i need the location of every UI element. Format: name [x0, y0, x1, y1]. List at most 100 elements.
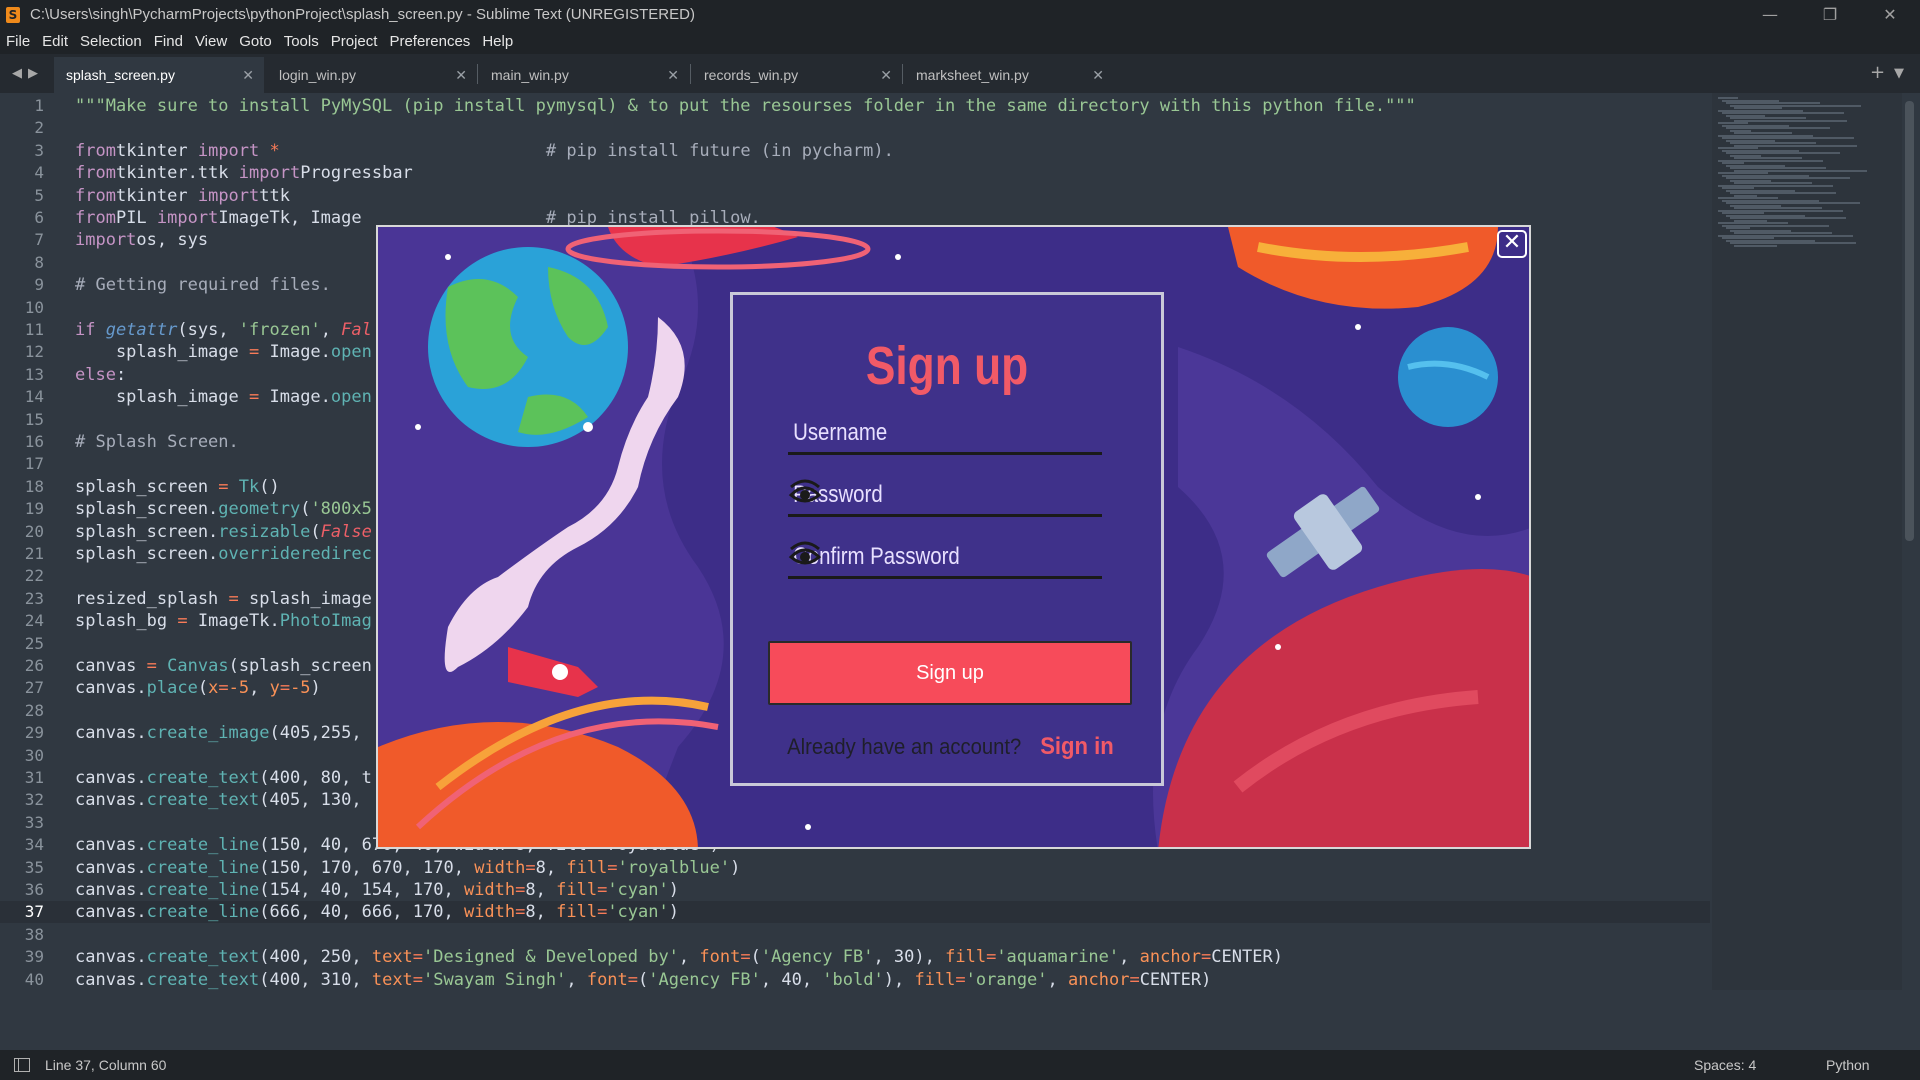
menu-file[interactable]: File [0, 29, 36, 54]
code-token: open [330, 387, 372, 408]
code-line[interactable]: splash_screen.resizable(False [75, 521, 372, 543]
code-line[interactable]: canvas.create_text(400, 250, text='Desig… [75, 946, 1283, 968]
code-token: tkinter [115, 185, 198, 206]
close-window-button[interactable]: ✕ [1860, 0, 1920, 29]
line-number: 17 [24, 454, 44, 474]
tab-main-win[interactable]: main_win.py ✕ [479, 57, 689, 93]
tab-back-icon[interactable]: ◀ [12, 66, 22, 81]
signup-button[interactable]: Sign up [768, 641, 1132, 705]
code-token: ttk [259, 185, 290, 206]
code-line[interactable]: splash_screen = Tk() [75, 476, 280, 498]
tab-close-icon[interactable]: ✕ [455, 57, 467, 93]
line-number: 13 [24, 364, 44, 384]
menu-edit[interactable]: Edit [36, 29, 74, 54]
tab-records-win[interactable]: records_win.py ✕ [692, 57, 902, 93]
tab-forward-icon[interactable]: ▶ [28, 66, 38, 81]
code-token: = [249, 387, 260, 408]
code-line[interactable]: splash_screen.overrideredirec [75, 543, 372, 565]
code-line[interactable]: canvas.create_line(666, 40, 666, 170, wi… [75, 901, 679, 923]
vertical-scrollbar[interactable] [1905, 101, 1914, 541]
code-line[interactable]: fromtkinter importttk [75, 185, 290, 207]
menu-preferences[interactable]: Preferences [383, 29, 476, 54]
line-number: 25 [24, 633, 44, 653]
code-line[interactable]: canvas.create_line(154, 40, 154, 170, wi… [75, 879, 679, 901]
code-editor[interactable]: 1 2 3 4 5 6 7 8 9 10 11 12 13 14 15 16 17 18 19 20 21 22 23 24 2… [0, 93, 1920, 990]
code-line[interactable]: fromtkinter.ttk importProgressbar [75, 162, 413, 184]
tab-close-icon[interactable]: ✕ [880, 57, 892, 93]
code-line[interactable]: canvas.create_text(400, 80, t [75, 767, 372, 789]
code-token: * [259, 140, 280, 161]
code-token: font [699, 947, 741, 968]
code-line[interactable]: canvas.create_text(405, 130, [75, 789, 362, 811]
syntax-selector[interactable]: Python [1826, 1057, 1870, 1073]
code-line[interactable]: if getattr(sys, 'frozen', Fal [75, 319, 372, 341]
code-token: , [678, 947, 700, 968]
code-token: ( [638, 969, 649, 990]
indentation-setting[interactable]: Spaces: 4 [1694, 1057, 1756, 1073]
tab-close-icon[interactable]: ✕ [1092, 57, 1104, 93]
code-token: False [320, 521, 372, 542]
code-line[interactable]: canvas.create_text(400, 310, text='Swaya… [75, 969, 1211, 990]
tab-marksheet-win[interactable]: marksheet_win.py ✕ [904, 57, 1114, 93]
signin-link[interactable]: Sign in [1040, 733, 1114, 761]
code-token: width [463, 902, 516, 923]
username-input[interactable] [788, 415, 1009, 451]
menu-find[interactable]: Find [148, 29, 189, 54]
menu-selection[interactable]: Selection [74, 29, 148, 54]
tab-close-icon[interactable]: ✕ [242, 57, 254, 93]
code-token: , [249, 678, 270, 699]
eye-icon[interactable] [788, 477, 822, 509]
code-token: tkinter [115, 140, 198, 161]
code-line[interactable]: splash_image = Image.open [75, 386, 372, 408]
minimap[interactable] [1712, 93, 1902, 990]
code-line[interactable]: canvas.place(x=-5, y=-5) [75, 677, 321, 699]
code-token: canvas [75, 656, 147, 676]
tab-close-icon[interactable]: ✕ [667, 57, 679, 93]
code-line[interactable]: resized_splash = splash_image [75, 588, 372, 610]
menu-view[interactable]: View [189, 29, 233, 54]
new-tab-icon[interactable]: + [1870, 62, 1885, 83]
code-token: CENTER) [1211, 947, 1283, 968]
tab-list-dropdown-icon[interactable]: ▼ [1894, 66, 1904, 81]
code-line[interactable]: else: [75, 364, 126, 386]
minimize-button[interactable]: — [1740, 0, 1800, 29]
code-line[interactable]: splash_bg = ImageTk.PhotoImag [75, 610, 372, 632]
menu-tools[interactable]: Tools [278, 29, 325, 54]
line-number: 34 [24, 835, 44, 855]
code-token: canvas. [75, 723, 147, 744]
code-line[interactable]: canvas.create_line(150, 170, 670, 170, w… [75, 857, 740, 879]
line-number: 12 [24, 342, 44, 362]
code-line[interactable]: splash_image = Image.open [75, 341, 372, 363]
code-token: = [177, 611, 188, 632]
code-token: create_text [146, 947, 260, 968]
line-number: 33 [24, 812, 44, 832]
code-line[interactable]: canvas = Canvas(splash_screen [75, 655, 372, 677]
line-number: 11 [24, 320, 44, 339]
code-token: = [597, 880, 608, 900]
tab-splash-screen[interactable]: splash_screen.py ✕ [54, 57, 264, 93]
code-line[interactable]: fromtkinter import * # pip install futur… [75, 140, 894, 162]
code-token: ) [730, 857, 741, 878]
tab-login-win[interactable]: login_win.py ✕ [267, 57, 477, 93]
code-token: Fal [341, 320, 372, 340]
code-line[interactable]: # Splash Screen. [75, 431, 239, 453]
code-line[interactable]: splash_screen.geometry('800x5 [75, 498, 372, 520]
menu-help[interactable]: Help [476, 29, 519, 54]
eye-icon[interactable] [788, 539, 822, 571]
menu-project[interactable]: Project [325, 29, 384, 54]
code-token: = [1201, 947, 1212, 968]
code-token: resized_splash [75, 588, 229, 609]
code-token: fill [556, 880, 598, 900]
confirm-password-field[interactable] [788, 539, 1102, 579]
code-token: ImageTk. [187, 611, 280, 632]
restore-button[interactable]: ❐ [1800, 0, 1860, 29]
code-token: 8, [525, 902, 557, 923]
code-line[interactable]: """Make sure to install PyMySQL (pip ins… [75, 95, 1416, 117]
code-line[interactable]: # Getting required files. [75, 274, 331, 296]
toggle-panel-icon[interactable] [14, 1058, 30, 1072]
username-field[interactable] [788, 415, 1102, 455]
menu-goto[interactable]: Goto [233, 29, 278, 54]
password-field[interactable] [788, 477, 1102, 517]
splash-close-button[interactable]: ✕ [1497, 230, 1527, 258]
code-line[interactable]: importos, sys [75, 229, 208, 251]
